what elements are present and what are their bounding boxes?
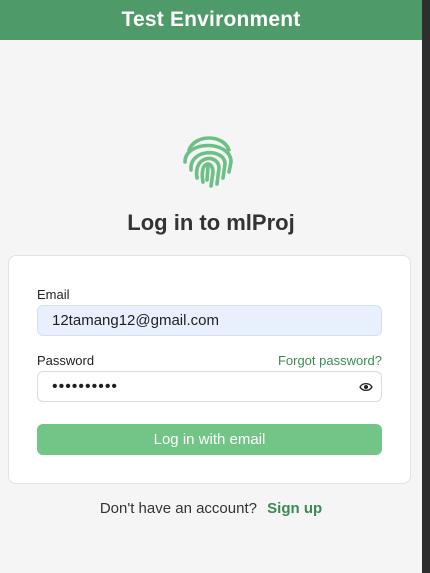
page-title: Log in to mlProj (127, 210, 295, 235)
login-with-email-button[interactable]: Log in with email (37, 424, 382, 455)
password-label: Password (37, 353, 95, 368)
signup-row: Don't have an account? Sign up (0, 500, 422, 517)
password-field[interactable]: •••••••••• (37, 371, 382, 402)
login-card: Email 12tamang12@gmail.com Password Forg… (8, 255, 411, 484)
environment-banner: Test Environment (0, 0, 422, 40)
forgot-password-link[interactable]: Forgot password? (278, 353, 382, 368)
sign-up-link[interactable]: Sign up (267, 500, 322, 517)
environment-title: Test Environment (121, 8, 301, 31)
email-field[interactable]: 12tamang12@gmail.com (37, 305, 382, 336)
email-value: 12tamang12@gmail.com (52, 312, 219, 329)
email-label: Email (37, 287, 70, 302)
window-edge (422, 0, 430, 573)
password-value: •••••••••• (52, 377, 119, 395)
eye-icon[interactable] (359, 381, 373, 393)
fingerprint-icon (183, 136, 233, 188)
login-screen: Test Environment Log in to mlProj Email … (0, 0, 430, 573)
signup-prompt: Don't have an account? (99, 500, 257, 517)
